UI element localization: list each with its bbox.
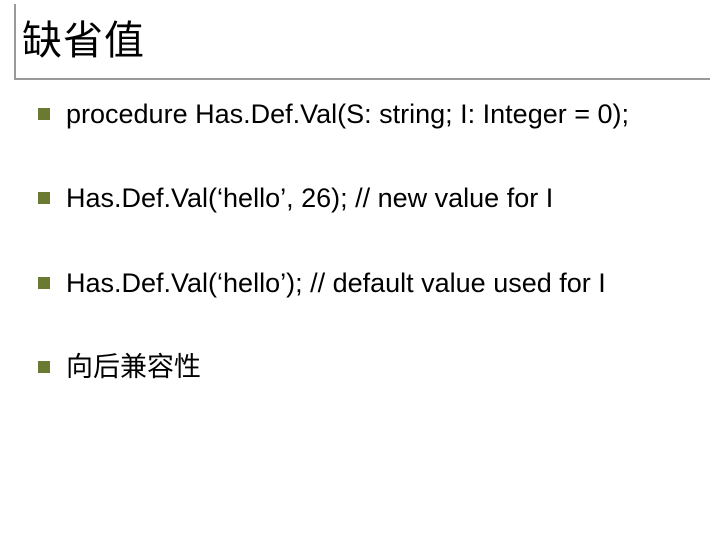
list-item: 向后兼容性 <box>38 349 690 385</box>
bullet-icon <box>38 277 50 289</box>
list-item: procedure Has.Def.Val(S: string; I: Inte… <box>38 96 690 132</box>
slide-title: 缺省值 <box>22 8 704 66</box>
bullet-icon <box>38 108 50 120</box>
bullet-text: 向后兼容性 <box>66 349 201 385</box>
bullet-icon <box>38 192 50 204</box>
list-item: Has.Def.Val(‘hello’); // default value u… <box>38 265 690 301</box>
bullet-text: Has.Def.Val(‘hello’, 26); // new value f… <box>66 180 553 216</box>
list-item: Has.Def.Val(‘hello’, 26); // new value f… <box>38 180 690 216</box>
title-container: 缺省值 <box>14 4 710 80</box>
bullet-text: procedure Has.Def.Val(S: string; I: Inte… <box>66 96 629 132</box>
bullet-text: Has.Def.Val(‘hello’); // default value u… <box>66 265 606 301</box>
slide: 缺省值 procedure Has.Def.Val(S: string; I: … <box>0 0 720 540</box>
slide-body: procedure Has.Def.Val(S: string; I: Inte… <box>38 96 690 434</box>
bullet-icon <box>38 361 50 373</box>
